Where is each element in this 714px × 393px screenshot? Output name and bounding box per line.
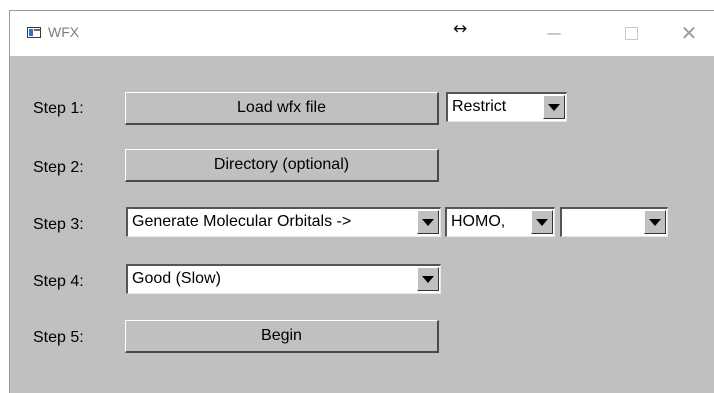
app-window: WFX ↔ — ✕ Step 1: Load wfx file Restrict… xyxy=(9,10,714,393)
restrict-select[interactable]: Restrict xyxy=(446,92,567,122)
close-button[interactable]: ✕ xyxy=(671,17,707,49)
minimize-icon: — xyxy=(546,24,562,42)
maximize-button[interactable] xyxy=(613,17,649,49)
dropdown-arrow-icon[interactable] xyxy=(417,267,439,291)
orbital-select-value: HOMO, xyxy=(451,213,506,230)
maximize-icon xyxy=(624,26,638,40)
dropdown-arrow-icon[interactable] xyxy=(543,95,565,119)
window-title: WFX xyxy=(48,24,80,40)
resize-icon[interactable]: ↔ xyxy=(453,19,467,39)
minimize-button[interactable]: — xyxy=(536,17,572,49)
mode-select[interactable]: Generate Molecular Orbitals -> xyxy=(126,207,441,237)
begin-button[interactable]: Begin xyxy=(125,320,439,353)
step1-label: Step 1: xyxy=(33,100,84,117)
dropdown-arrow-icon[interactable] xyxy=(417,210,439,234)
dropdown-arrow-icon[interactable] xyxy=(644,210,666,234)
quality-select[interactable]: Good (Slow) xyxy=(126,264,441,294)
load-wfx-file-button[interactable]: Load wfx file xyxy=(125,92,439,125)
step3-label: Step 3: xyxy=(33,216,84,233)
title-bar[interactable]: WFX ↔ — ✕ xyxy=(10,11,714,56)
restrict-select-value: Restrict xyxy=(452,98,507,115)
dropdown-arrow-icon[interactable] xyxy=(531,210,553,234)
orbital-select[interactable]: HOMO, xyxy=(445,207,555,237)
step4-label: Step 4: xyxy=(33,273,84,290)
extra-select[interactable] xyxy=(560,207,668,237)
quality-select-value: Good (Slow) xyxy=(132,270,221,287)
step5-label: Step 5: xyxy=(33,329,84,346)
mode-select-value: Generate Molecular Orbitals -> xyxy=(132,213,352,230)
directory-button[interactable]: Directory (optional) xyxy=(125,149,439,182)
app-icon xyxy=(27,27,41,38)
close-icon: ✕ xyxy=(680,21,698,45)
step2-label: Step 2: xyxy=(33,159,84,176)
